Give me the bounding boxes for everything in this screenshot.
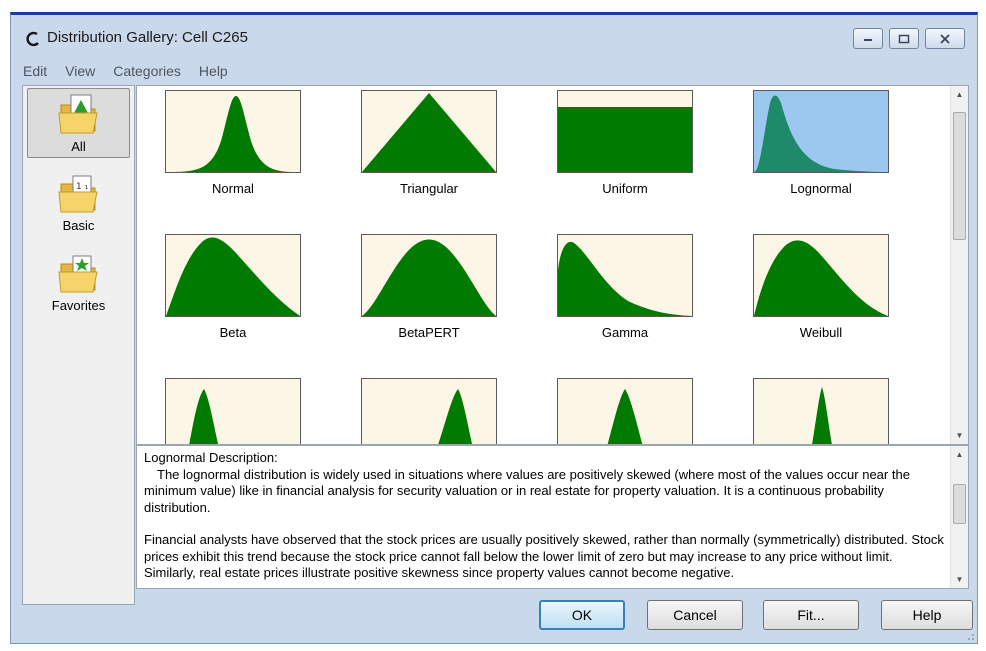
curve-thumbnail <box>753 378 889 444</box>
tile-row3-2[interactable] <box>361 378 497 444</box>
normal-curve-thumbnail <box>165 90 301 173</box>
tile-row3-4[interactable] <box>753 378 889 444</box>
screen: Distribution Gallery: Cell C265 Edit Vie… <box>0 0 986 651</box>
fit-button[interactable]: Fit... <box>763 600 859 630</box>
app-logo-icon <box>26 31 39 47</box>
scroll-up-icon[interactable]: ▲ <box>951 446 968 463</box>
tile-label: Beta <box>219 325 247 340</box>
ok-button[interactable]: OK <box>539 600 625 630</box>
description-paragraph: Financial analysts have observed that th… <box>144 532 944 580</box>
tile-label: Lognormal <box>790 181 852 196</box>
scroll-up-icon[interactable]: ▲ <box>951 86 968 103</box>
title-bar: Distribution Gallery: Cell C265 <box>11 15 977 61</box>
gamma-curve-thumbnail <box>557 234 693 317</box>
scroll-thumb[interactable] <box>953 484 966 524</box>
menu-bar: Edit View Categories Help <box>23 61 246 83</box>
maximize-button[interactable] <box>889 28 919 49</box>
gallery-scrollbar[interactable]: ▲ ▼ <box>950 86 968 444</box>
category-label: All <box>71 139 86 154</box>
triangular-curve-thumbnail <box>361 90 497 173</box>
folder-star-icon <box>57 255 98 293</box>
distribution-gallery-window: Distribution Gallery: Cell C265 Edit Vie… <box>10 12 978 644</box>
category-sidebar: All 1 ₁ Basic Favorites <box>22 85 135 605</box>
lognormal-curve-thumbnail <box>753 90 889 173</box>
maximize-icon <box>898 34 910 43</box>
minimize-icon <box>864 38 872 41</box>
description-panel: Lognormal Description: The lognormal dis… <box>136 445 969 589</box>
uniform-curve-thumbnail <box>557 90 693 173</box>
tile-triangular[interactable]: Triangular <box>361 90 497 196</box>
description-scrollbar[interactable]: ▲ ▼ <box>950 446 968 588</box>
tile-label: Triangular <box>399 181 459 196</box>
tile-label: BetaPERT <box>398 325 460 340</box>
menu-help[interactable]: Help <box>199 61 228 83</box>
tile-label: Gamma <box>601 325 649 340</box>
tile-label: Weibull <box>799 325 843 340</box>
resize-grip-icon[interactable] <box>965 631 975 641</box>
description-paragraph: The lognormal distribution is widely use… <box>144 466 910 515</box>
menu-categories[interactable]: Categories <box>113 61 181 83</box>
cancel-button[interactable]: Cancel <box>647 600 743 630</box>
category-label: Basic <box>62 218 95 233</box>
curve-thumbnail <box>361 378 497 444</box>
folder-chart-icon <box>57 94 98 134</box>
scroll-down-icon[interactable]: ▼ <box>951 427 968 444</box>
tile-gamma[interactable]: Gamma <box>557 234 693 340</box>
folder-basic-icon: 1 ₁ <box>57 175 98 213</box>
curve-thumbnail <box>165 378 301 444</box>
scroll-down-icon[interactable]: ▼ <box>951 571 968 588</box>
tile-normal[interactable]: Normal <box>165 90 301 196</box>
svg-text:1 ₁: 1 ₁ <box>76 182 89 192</box>
close-icon <box>940 33 950 44</box>
curve-thumbnail <box>557 378 693 444</box>
tile-row3-1[interactable] <box>165 378 301 444</box>
tile-beta[interactable]: Beta <box>165 234 301 340</box>
tile-uniform[interactable]: Uniform <box>557 90 693 196</box>
tile-label: Normal <box>212 181 254 196</box>
category-all[interactable]: All <box>27 88 130 158</box>
menu-edit[interactable]: Edit <box>23 61 47 83</box>
tile-weibull[interactable]: Weibull <box>753 234 889 340</box>
beta-curve-thumbnail <box>165 234 301 317</box>
betapert-curve-thumbnail <box>361 234 497 317</box>
tile-lognormal[interactable]: Lognormal <box>753 90 889 196</box>
tile-label: Uniform <box>602 181 648 196</box>
description-heading: Lognormal Description: <box>144 450 278 465</box>
category-label: Favorites <box>51 298 106 313</box>
menu-view[interactable]: View <box>65 61 95 83</box>
scroll-thumb[interactable] <box>953 112 966 240</box>
help-button[interactable]: Help <box>881 600 973 630</box>
weibull-curve-thumbnail <box>753 234 889 317</box>
close-button[interactable] <box>925 28 965 49</box>
category-favorites[interactable]: Favorites <box>27 248 130 316</box>
tile-betapert[interactable]: BetaPERT <box>361 234 497 340</box>
distribution-gallery: Normal Triangular Uniform Lognormal Beta… <box>136 85 969 445</box>
tile-row3-3[interactable] <box>557 378 693 444</box>
category-basic[interactable]: 1 ₁ Basic <box>27 168 130 236</box>
window-title: Distribution Gallery: Cell C265 <box>47 29 248 46</box>
minimize-button[interactable] <box>853 28 883 49</box>
